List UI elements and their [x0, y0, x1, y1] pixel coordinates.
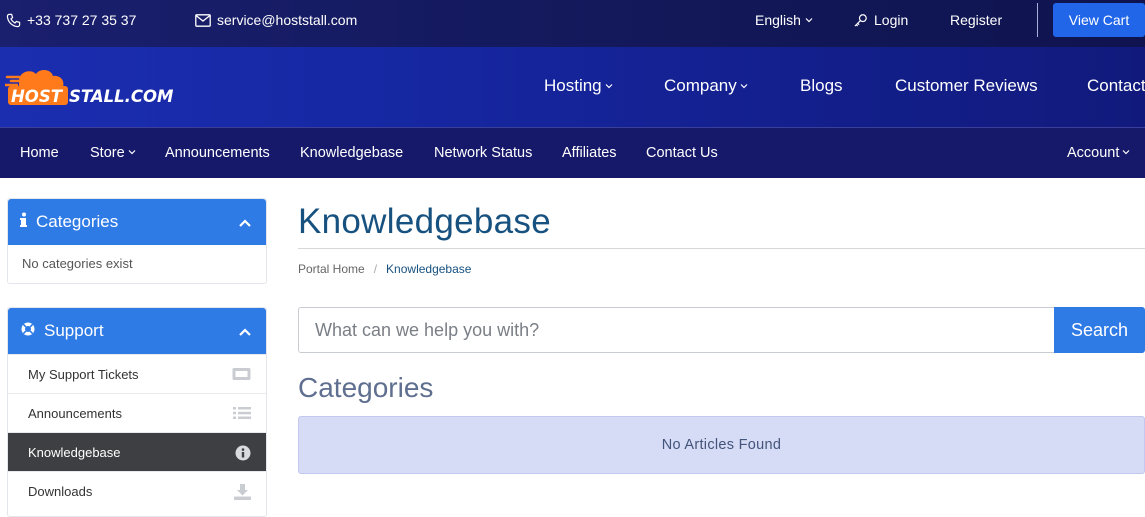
svg-text:HOST: HOST [11, 87, 64, 106]
secondary-nav: Home Store Announcements Knowledgebase N… [0, 127, 1145, 178]
envelope-icon [195, 13, 211, 27]
categories-panel-header[interactable]: Categories [8, 199, 266, 245]
subnav-affiliates[interactable]: Affiliates [562, 145, 617, 161]
sidebar-item-downloads[interactable]: Downloads [8, 471, 266, 510]
support-panel-title: Support [44, 321, 104, 340]
ticket-icon [232, 367, 251, 384]
topbar-divider [1037, 3, 1038, 37]
download-icon [234, 484, 251, 503]
kb-search-input[interactable] [298, 307, 1054, 353]
register-link[interactable]: Register [950, 12, 1002, 28]
phone-contact[interactable]: +33 737 27 35 37 [6, 12, 136, 28]
language-label: English [755, 12, 801, 28]
subnav-contact-us[interactable]: Contact Us [646, 145, 718, 161]
login-link[interactable]: Login [853, 12, 908, 28]
page-title: Knowledgebase [298, 202, 551, 241]
subnav-announcements[interactable]: Announcements [165, 145, 270, 161]
chevron-down-icon [739, 76, 749, 96]
info-circle-icon [235, 445, 251, 464]
nav-contact[interactable]: Contact [1087, 76, 1145, 96]
list-icon [233, 406, 251, 423]
subnav-network-status[interactable]: Network Status [434, 145, 532, 161]
site-logo[interactable]: HOST STALL.COM [3, 67, 175, 109]
key-icon [853, 13, 868, 28]
nav-customer-reviews[interactable]: Customer Reviews [895, 76, 1038, 96]
chevron-down-icon [804, 15, 814, 25]
breadcrumb-home-link[interactable]: Portal Home [298, 262, 365, 276]
chevron-up-icon[interactable] [238, 213, 252, 233]
register-label: Register [950, 12, 1003, 28]
sidebar-item-knowledgebase[interactable]: Knowledgebase [8, 432, 266, 471]
chevron-down-icon [127, 145, 137, 161]
view-cart-button[interactable]: View Cart [1053, 3, 1145, 37]
nav-blogs[interactable]: Blogs [800, 76, 843, 96]
top-bar: +33 737 27 35 37 service@hoststall.com E… [0, 0, 1145, 47]
categories-empty-text: No categories exist [22, 256, 133, 271]
email-contact[interactable]: service@hoststall.com [195, 12, 357, 28]
nav-hosting-label: Hosting [544, 76, 602, 95]
sidebar-item-label: Downloads [28, 483, 93, 499]
breadcrumb-current: Knowledgebase [386, 262, 472, 276]
sidebar-item-label: Knowledgebase [28, 444, 121, 460]
search-button[interactable]: Search [1054, 307, 1145, 353]
sidebar-item-my-support-tickets[interactable]: My Support Tickets [8, 354, 266, 393]
lifebuoy-icon [20, 321, 36, 342]
breadcrumb: Portal Home / Knowledgebase [298, 262, 471, 276]
subnav-home[interactable]: Home [20, 145, 59, 161]
phone-icon [6, 13, 21, 28]
nav-hosting[interactable]: Hosting [544, 76, 614, 96]
sidebar-item-announcements[interactable]: Announcements [8, 393, 266, 432]
support-panel-header[interactable]: Support [8, 308, 266, 354]
subnav-account[interactable]: Account [1067, 145, 1131, 161]
language-selector[interactable]: English [755, 12, 814, 28]
subnav-account-label: Account [1067, 145, 1120, 161]
nav-company[interactable]: Company [664, 76, 749, 96]
info-icon [20, 212, 28, 233]
subnav-store-label: Store [90, 145, 125, 161]
svg-text:STALL.COM: STALL.COM [69, 87, 174, 106]
sidebar-item-label: My Support Tickets [28, 366, 139, 382]
chevron-down-icon [1121, 145, 1131, 161]
chevron-down-icon [604, 76, 614, 96]
kb-search-form: Search [298, 307, 1145, 353]
support-panel: Support My Support Tickets Announcements… [7, 307, 267, 517]
no-articles-alert: No Articles Found [298, 416, 1145, 474]
main-header: HOST STALL.COM Hosting Company Blogs Cus… [0, 47, 1145, 127]
categories-panel-title: Categories [36, 212, 119, 231]
sidebar-item-label: Announcements [28, 405, 122, 421]
subnav-store[interactable]: Store [90, 145, 137, 161]
breadcrumb-separator: / [373, 262, 378, 276]
login-label: Login [874, 12, 909, 28]
categories-panel: Categories No categories exist [7, 198, 267, 284]
subnav-knowledgebase[interactable]: Knowledgebase [300, 145, 403, 161]
chevron-up-icon[interactable] [238, 322, 252, 342]
phone-number: +33 737 27 35 37 [27, 12, 137, 28]
categories-heading: Categories [298, 372, 434, 403]
nav-company-label: Company [664, 76, 737, 95]
email-address: service@hoststall.com [217, 12, 358, 28]
title-divider [298, 248, 1145, 249]
